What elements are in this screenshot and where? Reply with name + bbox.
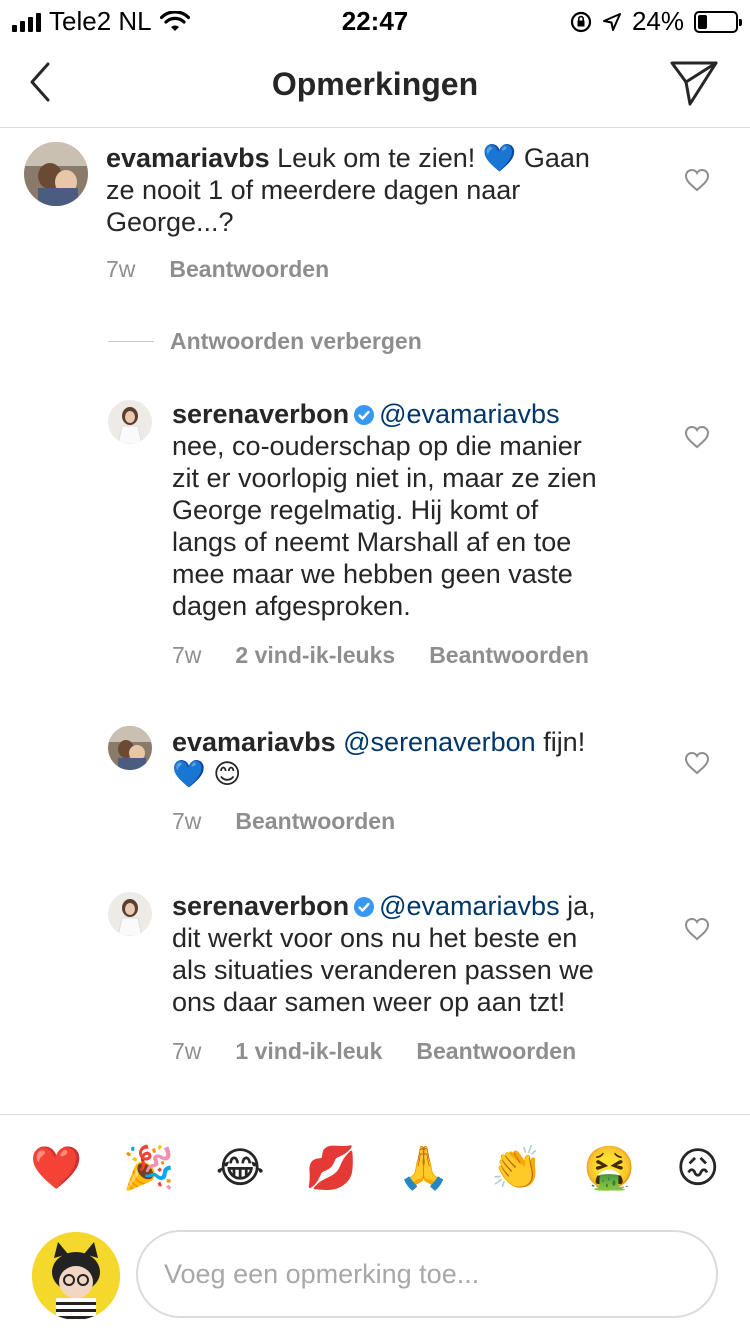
reply-body-line: dit werkt voor ons nu het beste en — [172, 923, 578, 953]
reply-text: serenaverbon @evamariavbs ja, dit werkt v… — [172, 890, 642, 1018]
reply-text: evamariavbs @serenaverbon fijn! 💙 😊 — [172, 726, 642, 790]
avatar[interactable] — [108, 892, 152, 936]
status-bar: Tele2 NL 22:47 24% — [0, 0, 750, 40]
reply-button[interactable]: Beantwoorden — [416, 1038, 576, 1065]
location-icon — [602, 12, 621, 31]
emoji-confounded-button[interactable]: 😖 — [676, 1138, 720, 1198]
comment-text: evamariavbs Leuk om te zien! 💙 Gaan ze n… — [106, 142, 646, 238]
reply-time: 7w — [172, 1038, 202, 1064]
comment-body-line: ze nooit 1 of meerdere dagen naar — [106, 175, 521, 205]
battery-percent: 24% — [631, 6, 684, 36]
avatar[interactable] — [24, 142, 88, 206]
likes-count[interactable]: 1 vind-ik-leuk — [235, 1038, 382, 1065]
comment-time: 7w — [106, 256, 136, 282]
reply-body-line: langs of neemt Marshall af en toe — [172, 527, 572, 557]
emoji-pray-button[interactable]: 🙏 — [398, 1138, 450, 1198]
reply-body: ja, — [567, 891, 596, 921]
emoji-laugh-button[interactable]: 😂 — [216, 1138, 265, 1198]
status-bar-right: 24% — [570, 6, 742, 37]
reply-username[interactable]: evamariavbs — [172, 727, 336, 757]
battery-icon — [694, 10, 742, 33]
reply-button[interactable]: Beantwoorden — [429, 642, 589, 669]
like-heart-icon[interactable] — [684, 917, 710, 941]
mention-link[interactable]: @serenaverbon — [343, 727, 536, 757]
reply-body-line: mee maar we hebben geen vaste — [172, 559, 573, 589]
reply-body: fijn! — [543, 727, 586, 757]
mention-link[interactable]: @evamariavbs — [379, 891, 559, 921]
reply-text: serenaverbon @evamariavbs nee, co-oudersc… — [172, 398, 642, 622]
likes-count[interactable]: 2 vind-ik-leuks — [235, 642, 395, 669]
avatar[interactable] — [108, 726, 152, 770]
reply-meta: 7w 1 vind-ik-leuk Beantwoorden — [172, 1038, 576, 1065]
quick-emoji-bar: ❤️ 🎉 😂 💋 🙏 👏 🤮 😖 — [0, 1138, 750, 1198]
reply-meta: 7w 2 vind-ik-leuks Beantwoorden — [172, 642, 589, 669]
reply-emojis: 💙 😊 — [172, 759, 242, 789]
reply-body-line: als situaties veranderen passen we — [172, 955, 594, 985]
divider — [0, 1114, 750, 1115]
emoji-clap-button[interactable]: 👏 — [491, 1138, 543, 1198]
page-title: Opmerkingen — [271, 66, 479, 102]
verified-badge-icon — [354, 405, 375, 425]
reply-time: 7w — [172, 808, 202, 834]
emoji-kiss-button[interactable]: 💋 — [305, 1138, 357, 1198]
reply-button[interactable]: Beantwoorden — [235, 808, 395, 835]
reply-body-line: ons daar samen weer op aan tzt! — [172, 987, 566, 1017]
reply-username[interactable]: serenaverbon — [172, 399, 349, 429]
comment-meta: 7w Beantwoorden — [106, 256, 329, 283]
hide-replies-label: Antwoorden verbergen — [170, 328, 422, 354]
reply-body-line: zit er voorlopig niet in, maar ze zien — [172, 463, 597, 493]
reply-meta: 7w Beantwoorden — [172, 808, 395, 835]
reply-button[interactable]: Beantwoorden — [169, 256, 329, 283]
avatar[interactable] — [108, 400, 152, 444]
comment-body-line: Leuk om te zien! 💙 Gaan — [277, 143, 590, 173]
reply-username[interactable]: serenaverbon — [172, 891, 349, 921]
comment-input[interactable] — [164, 1232, 694, 1316]
like-heart-icon[interactable] — [684, 168, 710, 192]
orientation-lock-icon — [570, 11, 592, 32]
comment-username[interactable]: evamariavbs — [106, 143, 270, 173]
hide-replies-toggle[interactable]: Antwoorden verbergen — [108, 328, 422, 355]
reply-body-line: dagen afgesproken. — [172, 591, 411, 621]
comment-input-box — [136, 1230, 718, 1318]
verified-badge-icon — [354, 897, 375, 917]
emoji-party-button[interactable]: 🎉 — [123, 1138, 175, 1198]
comment-body-line: George...? — [106, 207, 234, 237]
reply-body-line: nee, co-ouderschap op die manier — [172, 431, 582, 461]
mention-link[interactable]: @evamariavbs — [379, 399, 559, 429]
reply-time: 7w — [172, 642, 202, 668]
like-heart-icon[interactable] — [684, 751, 710, 775]
emoji-heart-button[interactable]: ❤️ — [30, 1138, 82, 1198]
reply-body-line: George regelmatig. Hij komt of — [172, 495, 539, 525]
emoji-vomit-button[interactable]: 🤮 — [583, 1138, 635, 1198]
my-avatar — [32, 1232, 120, 1320]
share-button[interactable] — [668, 58, 720, 108]
like-heart-icon[interactable] — [684, 425, 710, 449]
nav-header: Opmerkingen — [0, 40, 750, 128]
divider-line — [108, 341, 154, 342]
paper-plane-icon — [670, 61, 718, 106]
